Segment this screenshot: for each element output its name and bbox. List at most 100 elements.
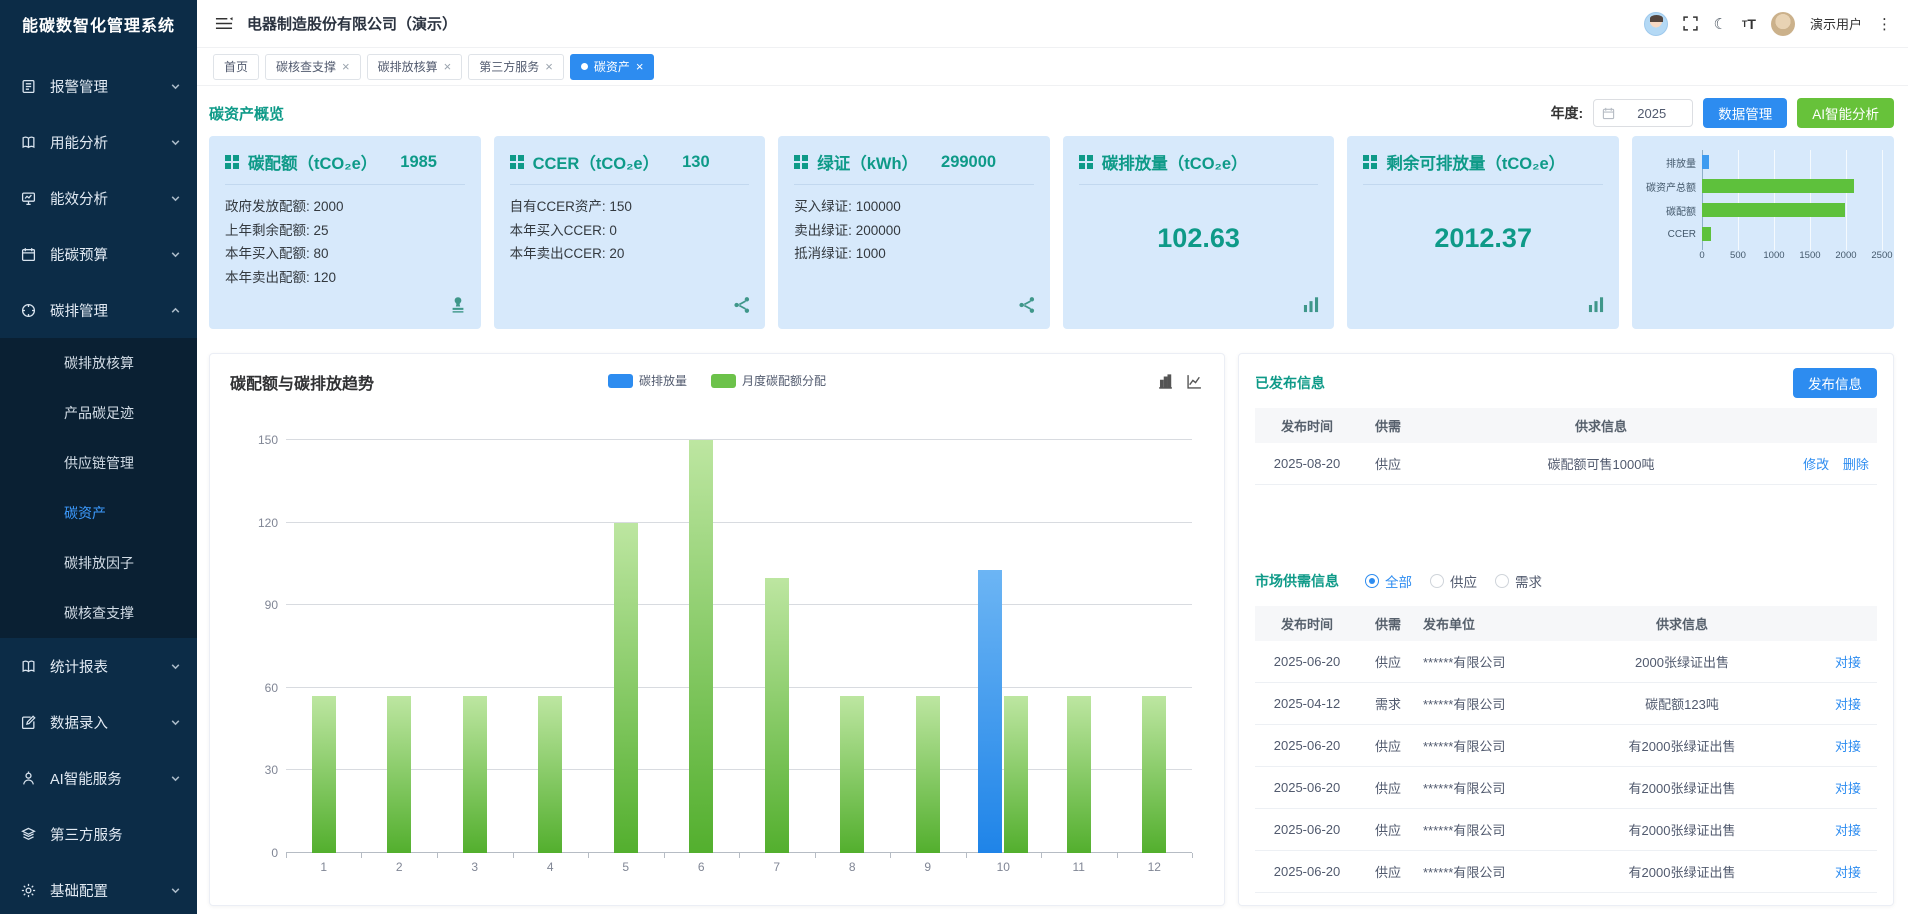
axis-tick bbox=[739, 853, 740, 858]
calendar-icon bbox=[1602, 107, 1615, 120]
tab-1[interactable]: 碳核查支撑× bbox=[265, 54, 361, 80]
year-input[interactable] bbox=[1619, 105, 1684, 122]
close-icon[interactable]: × bbox=[342, 60, 350, 73]
published-section: 已发布信息 发布信息 发布时间 供需 供求信息 bbox=[1255, 366, 1877, 564]
fullscreen-icon[interactable] bbox=[1683, 16, 1698, 31]
year-picker[interactable] bbox=[1593, 99, 1693, 127]
sidebar: 能碳数智化管理系统 报警管理用能分析能效分析能碳预算碳排管理碳排放核算产品碳足迹… bbox=[0, 0, 197, 914]
market-cell-date: 2025-04-12 bbox=[1255, 683, 1359, 725]
sidebar-item-label: 第三方服务 bbox=[50, 824, 181, 845]
grid-icon bbox=[1079, 155, 1093, 169]
sidebar-item-6[interactable]: 数据录入 bbox=[0, 694, 197, 750]
col-header-org: 发布单位 bbox=[1417, 606, 1545, 641]
emission-bar bbox=[978, 570, 1002, 853]
data-entry-icon bbox=[20, 714, 37, 731]
connect-link[interactable]: 对接 bbox=[1835, 655, 1861, 670]
tab-2[interactable]: 碳排放核算 × bbox=[367, 54, 463, 80]
sidebar-subitem-4-3[interactable]: 碳资产 bbox=[0, 488, 197, 538]
connect-link[interactable]: 对接 bbox=[1835, 697, 1861, 712]
dark-mode-moon-icon[interactable]: ☾ bbox=[1713, 15, 1726, 33]
connect-link[interactable]: 对接 bbox=[1835, 865, 1861, 880]
sidebar-item-2[interactable]: 能效分析 bbox=[0, 170, 197, 226]
publish-info-button[interactable]: 发布信息 bbox=[1793, 368, 1877, 398]
bar-chart-toggle-icon[interactable] bbox=[1158, 374, 1173, 389]
sidebar-item-8[interactable]: 第三方服务 bbox=[0, 806, 197, 862]
col-header-type: 供需 bbox=[1359, 408, 1417, 443]
budget-calendar-icon bbox=[20, 246, 37, 263]
sidebar-item-0[interactable]: 报警管理 bbox=[0, 58, 197, 114]
published-title: 已发布信息 bbox=[1255, 373, 1325, 393]
market-cell-info: 2000张绿证出售 bbox=[1545, 641, 1819, 683]
sidebar-subitem-4-5[interactable]: 碳核查支撑 bbox=[0, 588, 197, 638]
mini-axis-label: 1500 bbox=[1799, 250, 1820, 261]
mini-axis-label: 0 bbox=[1699, 250, 1704, 261]
sidebar-item-1[interactable]: 用能分析 bbox=[0, 114, 197, 170]
quota-bar bbox=[1004, 696, 1028, 853]
tab-4[interactable]: 碳资产× bbox=[570, 54, 655, 80]
sidebar-item-4[interactable]: 碳排管理 bbox=[0, 282, 197, 338]
sidebar-item-7[interactable]: AI智能服务 bbox=[0, 750, 197, 806]
close-icon[interactable]: × bbox=[636, 60, 644, 73]
legend-item-quota[interactable]: 月度碳配额分配 bbox=[711, 372, 826, 389]
connect-link[interactable]: 对接 bbox=[1835, 823, 1861, 838]
market-cell-date: 2025-06-20 bbox=[1255, 851, 1359, 893]
remaining-value: 2012.37 bbox=[1363, 223, 1603, 254]
menu-fold-icon[interactable] bbox=[215, 16, 233, 31]
edit-link[interactable]: 修改 bbox=[1803, 457, 1829, 472]
chevron-down-icon bbox=[170, 717, 181, 728]
bar-group-6 bbox=[664, 440, 740, 853]
mini-row-0: 排放量 bbox=[1640, 150, 1882, 174]
username: 演示用户 bbox=[1810, 14, 1862, 33]
legend-swatch bbox=[608, 374, 633, 388]
connect-link[interactable]: 对接 bbox=[1835, 739, 1861, 754]
sidebar-subitem-4-4[interactable]: 碳排放因子 bbox=[0, 538, 197, 588]
card-line: 政府发放配额: 2000 bbox=[225, 195, 465, 219]
market-cell-info: 有2000张绿证出售 bbox=[1545, 725, 1819, 767]
x-axis-label: 5 bbox=[588, 860, 664, 874]
published-type: 供应 bbox=[1359, 443, 1417, 485]
radio-demand[interactable]: 需求 bbox=[1495, 571, 1542, 591]
chart-tools bbox=[1158, 374, 1202, 389]
content-head: 碳资产概览 年度: 数据管理 AI智能分析 bbox=[209, 94, 1894, 132]
sidebar-item-5[interactable]: 统计报表 bbox=[0, 638, 197, 694]
trend-xlabels: 123456789101112 bbox=[286, 860, 1192, 874]
market-cell-type: 供应 bbox=[1359, 641, 1417, 683]
sidebar-item-9[interactable]: 基础配置 bbox=[0, 862, 197, 914]
data-management-button[interactable]: 数据管理 bbox=[1703, 98, 1787, 128]
col-header-date: 发布时间 bbox=[1255, 606, 1359, 641]
axis-tick bbox=[361, 853, 362, 858]
sidebar-item-label: 用能分析 bbox=[50, 132, 170, 153]
connect-link[interactable]: 对接 bbox=[1835, 781, 1861, 796]
line-chart-toggle-icon[interactable] bbox=[1187, 374, 1202, 389]
axis-tick bbox=[966, 853, 967, 858]
sidebar-subitem-4-1[interactable]: 产品碳足迹 bbox=[0, 388, 197, 438]
mini-row-1: 碳资产总额 bbox=[1640, 174, 1882, 198]
card-ccer: CCER（tCO₂e） 130 自有CCER资产: 150 本年买入CCER: … bbox=[494, 136, 766, 329]
tab-label: 碳排放核算 bbox=[378, 58, 438, 75]
bar-group-9 bbox=[890, 440, 966, 853]
col-header-actions bbox=[1819, 606, 1877, 641]
sidebar-subitem-4-2[interactable]: 供应链管理 bbox=[0, 438, 197, 488]
radio-supply[interactable]: 供应 bbox=[1430, 571, 1477, 591]
carbon-compass-icon bbox=[20, 302, 37, 319]
tab-3[interactable]: 第三方服务× bbox=[468, 54, 564, 80]
radio-all[interactable]: 全部 bbox=[1365, 571, 1412, 591]
assistant-avatar[interactable] bbox=[1644, 12, 1668, 36]
close-icon[interactable]: × bbox=[545, 60, 553, 73]
tab-0[interactable]: 首页 bbox=[213, 54, 259, 80]
font-size-icon[interactable]: TT bbox=[1742, 16, 1756, 32]
close-icon[interactable]: × bbox=[444, 60, 452, 73]
bar-group-11 bbox=[1041, 440, 1117, 853]
more-options-icon[interactable]: ⋮ bbox=[1877, 15, 1892, 33]
axis-tick bbox=[437, 853, 438, 858]
legend-item-emission[interactable]: 碳排放量 bbox=[608, 372, 687, 389]
x-axis-label: 9 bbox=[890, 860, 966, 874]
ai-analysis-button[interactable]: AI智能分析 bbox=[1797, 98, 1894, 128]
sidebar-item-label: 基础配置 bbox=[50, 880, 170, 901]
delete-link[interactable]: 删除 bbox=[1843, 457, 1869, 472]
user-avatar[interactable] bbox=[1771, 12, 1795, 36]
sidebar-item-3[interactable]: 能碳预算 bbox=[0, 226, 197, 282]
sidebar-subitem-4-0[interactable]: 碳排放核算 bbox=[0, 338, 197, 388]
mini-gridline bbox=[1882, 150, 1883, 250]
axis-tick bbox=[664, 853, 665, 858]
